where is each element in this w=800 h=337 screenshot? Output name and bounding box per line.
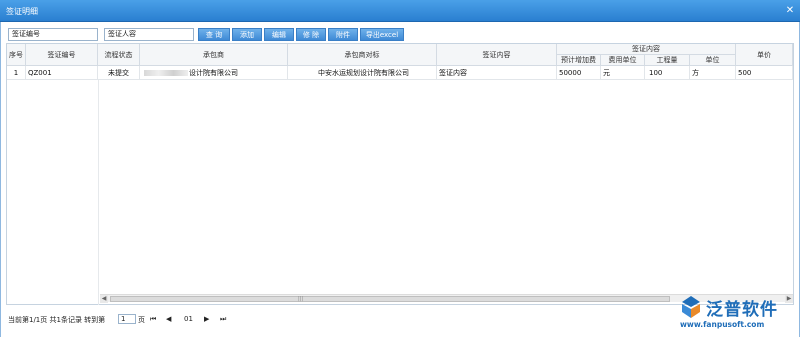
cell-price: 500 [736,66,793,80]
page-suffix: 页 [138,316,145,324]
col-header-measure: 单位 [690,55,736,66]
col-header-price: 单价 [736,44,793,66]
prev-page-icon[interactable]: ◀ [166,315,171,323]
col-header-counterparty: 承包商对标 [288,44,437,66]
fanpu-logo-icon [682,296,700,318]
window-title: 签证明细 [6,7,38,16]
cell-qty: 100 [645,66,690,80]
scroll-left-icon[interactable]: ◀ [100,295,108,303]
column-divider [98,80,99,305]
cell-flow-status: 未提交 [98,66,140,80]
col-header-flow-status: 流程状态 [98,44,140,66]
first-page-icon[interactable]: ⏮ [150,315,156,324]
brand-name: 泛普软件 [706,300,778,320]
person-search-input[interactable]: 签证人容 [104,28,194,41]
cell-contractor-text: 设计院有限公司 [189,69,238,77]
col-header-code: 签证编号 [26,44,98,66]
brand-logo: 泛普软件 www.fanpusoft.com [678,292,796,332]
col-header-unit: 费用单位 [601,55,645,66]
scroll-thumb[interactable]: ||| [110,296,670,302]
cell-counterparty: 中安水运规划设计院有限公司 [288,66,437,80]
brand-url: www.fanpusoft.com [680,320,765,329]
cell-seq: 1 [7,66,26,80]
cell-measure: 方 [690,66,736,80]
current-page: 01 [184,315,193,323]
cell-unit: 元 [601,66,645,80]
cell-contractor: 设计院有限公司 [140,66,288,80]
close-icon[interactable]: ✕ [784,5,796,17]
grip-icon: ||| [298,296,304,302]
cell-content: 签证内容 [437,66,557,80]
redacted-text [144,70,188,76]
cell-amount: 50000 [557,66,601,80]
next-page-icon[interactable]: ▶ [204,315,209,323]
visa-table [6,43,794,305]
col-header-qty: 工程量 [645,55,690,66]
pager-summary: 当前第1/1页 共1条记录 转到第 [8,316,106,324]
window-title-bar: 签证明细 ✕ [0,0,800,22]
add-button[interactable]: 添加 [232,28,262,41]
col-header-contractor: 承包商 [140,44,288,66]
code-search-input[interactable]: 签证编号 [8,28,98,41]
col-header-seq: 序号 [7,44,26,66]
export-excel-button[interactable]: 导出excel [360,28,404,41]
attachment-button[interactable]: 附件 [328,28,358,41]
page-jump-input[interactable]: 1 [118,314,136,324]
col-header-group: 签证内容 [557,44,736,55]
last-page-icon[interactable]: ⏭ [220,315,226,324]
delete-button[interactable]: 修 除 [296,28,326,41]
cell-code[interactable]: QZ001 [26,66,98,80]
col-header-content: 签证内容 [437,44,557,66]
query-button[interactable]: 查 询 [198,28,230,41]
edit-button[interactable]: 编辑 [264,28,294,41]
col-header-amount: 预计增加费 [557,55,601,66]
